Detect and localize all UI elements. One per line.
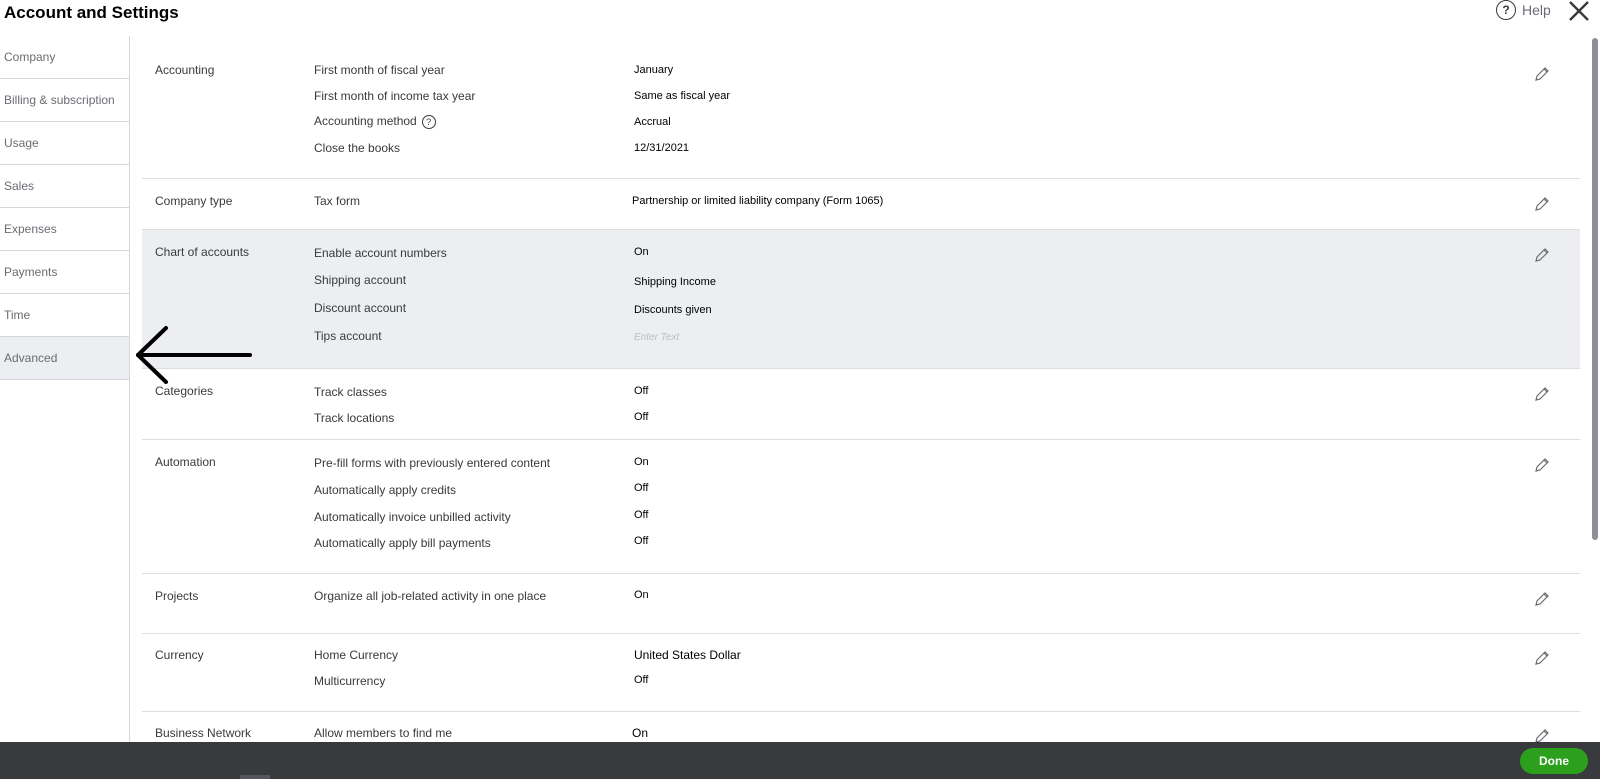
row-label: Automatically apply bill payments (314, 536, 491, 550)
row-value: Off (634, 674, 649, 686)
section-automation[interactable]: Automation Pre-fill forms with previousl… (142, 440, 1580, 574)
sidebar-item-payments[interactable]: Payments (0, 251, 129, 294)
sidebar-item-time[interactable]: Time (0, 294, 129, 337)
sidebar-item-usage[interactable]: Usage (0, 122, 129, 165)
row-label: Discount account (314, 301, 407, 315)
row-value: Off (634, 482, 649, 494)
section-accounting[interactable]: Accounting First month of fiscal year Ja… (142, 36, 1580, 179)
footer-bar: Done (0, 742, 1600, 779)
row-value: Off (634, 509, 649, 521)
row-value: Shipping Income (634, 276, 716, 288)
row-value: Off (634, 535, 649, 547)
row-value: United States Dollar (634, 648, 741, 662)
row-value: Off (634, 385, 649, 397)
sidebar-item-billing[interactable]: Billing & subscription (0, 79, 129, 122)
row-label: Shipping account (314, 273, 407, 287)
tips-account-input[interactable]: Enter Text (634, 332, 679, 343)
settings-sidebar: Company Billing & subscription Usage Sal… (0, 36, 130, 742)
row-value: On (634, 456, 649, 468)
question-mark-icon[interactable]: ? (421, 114, 436, 129)
section-business-network[interactable]: Business Network Allow members to find m… (142, 712, 1580, 742)
row-value: On (634, 589, 649, 601)
sidebar-item-sales[interactable]: Sales (0, 165, 129, 208)
row-value: Discounts given (634, 304, 712, 316)
edit-pencil-icon[interactable] (1534, 728, 1550, 742)
row-label: Tax form (314, 194, 361, 208)
section-categories[interactable]: Categories Track classes Off Track locat… (142, 369, 1580, 440)
row-label: Close the books (314, 141, 401, 155)
done-button[interactable]: Done (1520, 748, 1588, 774)
row-label: Allow members to find me (314, 726, 453, 740)
row-label: First month of fiscal year (314, 63, 445, 77)
row-label: Organize all job-related activity in one… (314, 589, 547, 603)
row-label: Track locations (314, 411, 395, 425)
row-value: 12/31/2021 (634, 142, 690, 154)
row-label: Pre-fill forms with previously entered c… (314, 456, 551, 470)
edit-pencil-icon[interactable] (1534, 386, 1550, 402)
section-title: Currency (155, 648, 204, 662)
section-title: Chart of accounts (155, 245, 250, 259)
row-label: Accounting method? (314, 114, 436, 129)
edit-pencil-icon[interactable] (1534, 247, 1550, 263)
row-label: First month of income tax year (314, 89, 476, 103)
row-value: Partnership or limited liability company… (632, 195, 884, 207)
annotation-arrow-icon (136, 326, 252, 384)
page-title: Account and Settings (4, 3, 179, 22)
scrollbar-thumb[interactable] (1592, 38, 1598, 540)
sidebar-item-expenses[interactable]: Expenses (0, 208, 129, 251)
settings-content: Accounting First month of fiscal year Ja… (142, 36, 1580, 742)
section-title: Company type (155, 194, 233, 208)
edit-pencil-icon[interactable] (1534, 591, 1550, 607)
section-chart-of-accounts[interactable]: Chart of accounts Enable account numbers… (142, 230, 1580, 369)
section-currency[interactable]: Currency Home Currency United States Dol… (142, 634, 1580, 712)
section-title: Business Network (155, 726, 252, 740)
sidebar-item-advanced[interactable]: Advanced (0, 337, 129, 380)
row-value: On (634, 246, 649, 258)
row-value: January (634, 64, 674, 76)
help-label: Help (1522, 2, 1551, 18)
section-company-type[interactable]: Company type Tax form Partnership or lim… (142, 179, 1580, 230)
help-icon: ? (1496, 0, 1516, 20)
help-link[interactable]: ? Help (1496, 0, 1551, 20)
row-label: Home Currency (314, 648, 399, 662)
row-value: On (632, 726, 649, 740)
edit-pencil-icon[interactable] (1534, 66, 1550, 82)
section-title: Automation (155, 455, 216, 469)
footer-divider (240, 775, 270, 779)
row-label: Tips account (314, 329, 382, 343)
row-label: Enable account numbers (314, 246, 447, 260)
row-label-text: Accounting method (314, 114, 417, 128)
section-projects[interactable]: Projects Organize all job-related activi… (142, 574, 1580, 634)
row-label: Automatically invoice unbilled activity (314, 510, 511, 524)
section-title: Projects (155, 589, 199, 603)
close-icon[interactable] (1566, 0, 1592, 24)
row-label: Track classes (314, 385, 387, 399)
row-value: Same as fiscal year (634, 90, 730, 102)
sidebar-item-company[interactable]: Company (0, 36, 129, 79)
section-title: Accounting (155, 63, 215, 77)
row-label: Multicurrency (314, 674, 386, 688)
row-label: Automatically apply credits (314, 483, 457, 497)
edit-pencil-icon[interactable] (1534, 650, 1550, 666)
row-value: Accrual (634, 116, 671, 128)
edit-pencil-icon[interactable] (1534, 196, 1550, 212)
section-title: Categories (155, 384, 214, 398)
row-value: Off (634, 411, 649, 423)
edit-pencil-icon[interactable] (1534, 457, 1550, 473)
